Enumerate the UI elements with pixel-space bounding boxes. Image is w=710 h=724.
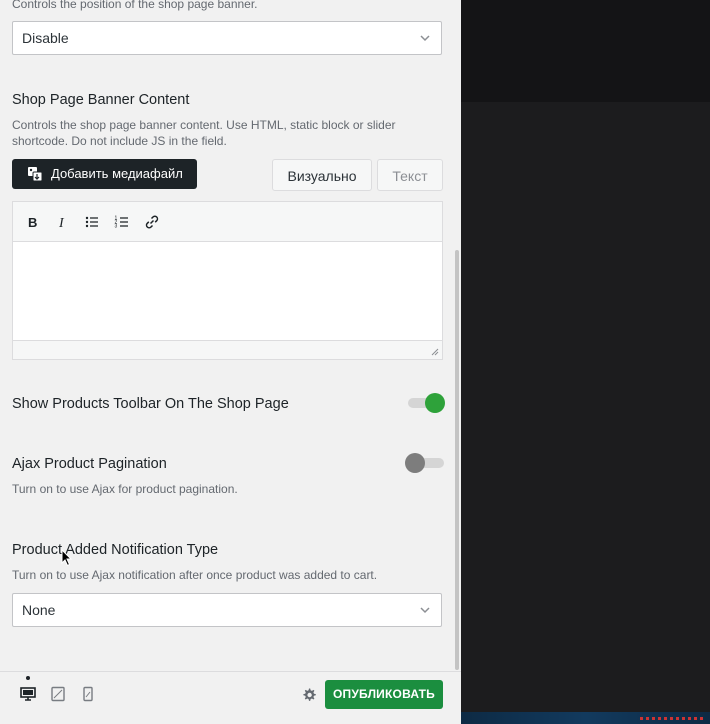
italic-icon[interactable]: I (54, 214, 70, 230)
bold-icon[interactable]: B (24, 214, 40, 230)
numbered-list-icon[interactable]: 1 2 3 (114, 214, 130, 230)
tab-visual[interactable]: Визуально (272, 159, 372, 191)
notification-type-select[interactable]: None (12, 593, 442, 627)
banner-content-description: Controls the shop page banner content. U… (12, 118, 396, 148)
link-icon[interactable] (144, 214, 160, 230)
toggle-knob (405, 453, 425, 473)
editor-status-bar (13, 340, 442, 359)
site-preview (461, 0, 710, 724)
preview-bottom-strip (461, 712, 710, 724)
show-toolbar-toggle[interactable] (408, 393, 445, 413)
add-media-icon (28, 167, 43, 182)
notification-type-title: Product Added Notification Type (12, 542, 219, 558)
resize-handle-icon[interactable] (429, 346, 439, 356)
add-media-label: Добавить медиафайл (51, 166, 183, 181)
publish-button[interactable]: ОПУБЛИКОВАТЬ (325, 680, 443, 709)
editor-content-area[interactable] (13, 242, 442, 341)
notification-type-description: Turn on to use Ajax notification after o… (12, 568, 378, 582)
desktop-icon[interactable] (20, 686, 36, 702)
customizer-footer: ОПУБЛИКОВАТЬ (0, 671, 461, 724)
preview-header-area (461, 0, 710, 102)
bulleted-list-icon[interactable] (84, 214, 100, 230)
mobile-icon[interactable] (80, 686, 96, 702)
banner-content-editor: B I 1 2 3 (12, 201, 443, 360)
panel-scrollbar[interactable] (455, 250, 459, 670)
tablet-icon[interactable] (50, 686, 66, 702)
ajax-pagination-description: Turn on to use Ajax for product paginati… (12, 482, 238, 496)
customizer-panel: Controls the position of the shop page b… (0, 0, 461, 724)
mouse-cursor-icon (61, 549, 73, 567)
gear-icon[interactable] (301, 687, 317, 703)
svg-text:B: B (28, 215, 37, 230)
svg-text:3: 3 (115, 224, 118, 230)
chevron-down-icon (420, 607, 430, 614)
banner-position-select[interactable]: Disable (12, 21, 442, 55)
toggle-knob (425, 393, 445, 413)
notification-type-value: None (22, 602, 56, 618)
ajax-pagination-title: Ajax Product Pagination (12, 456, 167, 472)
banner-position-description: Controls the position of the shop page b… (12, 0, 258, 11)
show-toolbar-title: Show Products Toolbar On The Shop Page (12, 396, 289, 412)
chevron-down-icon (420, 35, 430, 42)
tab-text[interactable]: Текст (377, 159, 443, 191)
add-media-button[interactable]: Добавить медиафайл (12, 159, 197, 189)
banner-content-title: Shop Page Banner Content (12, 92, 190, 108)
svg-text:I: I (58, 216, 65, 230)
ajax-pagination-toggle[interactable] (405, 453, 444, 473)
active-device-indicator (26, 676, 30, 680)
banner-position-value: Disable (22, 30, 69, 46)
preview-content-area (461, 102, 710, 712)
editor-toolbar: B I 1 2 3 (13, 202, 442, 242)
